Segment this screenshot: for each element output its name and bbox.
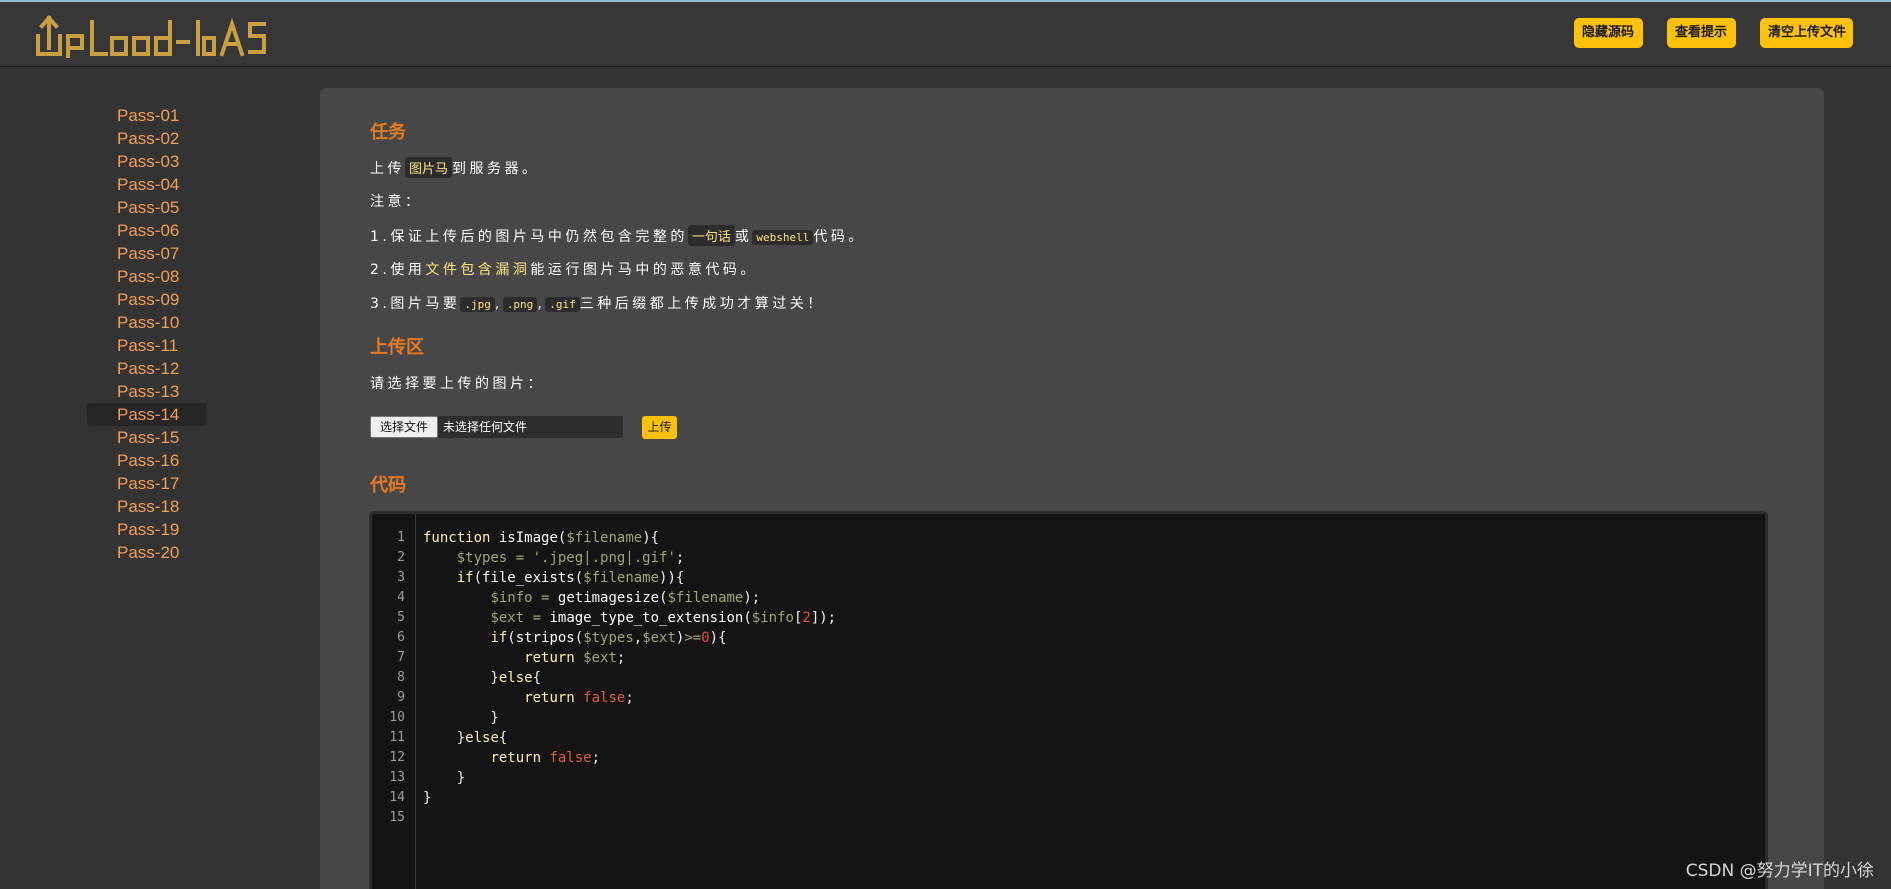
sidebar-item-pass-14[interactable]: Pass-14 (87, 403, 207, 426)
main-panel: 任务 上传 图片马 到服务器。 注意： 1.保证上传后的图片马中仍然包含完整的 一句话… (320, 88, 1824, 889)
code-line: if(stripos($types,$ext)>=0){ (490, 630, 727, 646)
code-line: }else{ (423, 670, 542, 686)
code-line: } (423, 790, 432, 806)
note-text: , (494, 296, 503, 312)
sidebar-item-pass-06[interactable]: Pass-06 (87, 219, 207, 242)
sidebar-item-pass-13[interactable]: Pass-13 (87, 380, 207, 403)
file-input[interactable]: 选择文件 未选择任何文件 (370, 416, 623, 438)
top-header: 隐藏源码 查看提示 清空上传文件 (0, 0, 1891, 67)
line-number: 8 (397, 670, 405, 685)
upload-section-title: 上传区 (370, 337, 424, 358)
code-line: return false; (490, 750, 601, 766)
sidebar-item-pass-01[interactable]: Pass-01 (87, 104, 207, 127)
sidebar-item-pass-08[interactable]: Pass-08 (87, 265, 207, 288)
one-liner-tag: 一句话 (687, 225, 735, 246)
note-text: 代码。 (813, 229, 866, 245)
line-number: 5 (397, 610, 405, 625)
sidebar-item-pass-09[interactable]: Pass-09 (87, 288, 207, 311)
csdn-watermark: CSDN @努力学IT的小徐 (1685, 861, 1874, 881)
hide-source-button[interactable]: 隐藏源码 (1574, 18, 1643, 48)
line-number: 13 (389, 770, 405, 785)
code-line: $ext = image_type_to_extension($info[2])… (490, 610, 837, 626)
line-number: 7 (397, 650, 405, 665)
note-text: 能运行图片马中的恶意代码。 (530, 262, 758, 278)
note-text: 或 (734, 229, 753, 245)
sidebar-item-pass-11[interactable]: Pass-11 (87, 334, 207, 357)
code-line: $types = '.jpeg|.png|.gif'; (456, 550, 685, 566)
png-tag: .png (502, 297, 538, 312)
sidebar-item-pass-02[interactable]: Pass-02 (87, 127, 207, 150)
task-section-title: 任务 (370, 122, 406, 143)
upload-button[interactable]: 上传 (642, 416, 677, 439)
code-line: function isImage($filename){ (423, 530, 660, 546)
line-number: 9 (397, 690, 405, 705)
task-text: 上传 (370, 161, 405, 177)
upload-prompt: 请选择要上传的图片： (370, 376, 545, 392)
sidebar-item-pass-10[interactable]: Pass-10 (87, 311, 207, 334)
sidebar-item-pass-15[interactable]: Pass-15 (87, 426, 207, 449)
note-text: 3.图片马要 (370, 296, 461, 312)
code-line: }else{ (423, 730, 508, 746)
line-number: 6 (397, 630, 405, 645)
line-number: 10 (389, 710, 405, 725)
sidebar-item-pass-12[interactable]: Pass-12 (87, 357, 207, 380)
line-number: 12 (389, 750, 405, 765)
upload-labs-logo[interactable] (36, 12, 266, 58)
sidebar-item-pass-04[interactable]: Pass-04 (87, 173, 207, 196)
code-line: $info = getimagesize($filename); (490, 590, 761, 606)
line-number-gutter: 1 2 3 4 5 6 7 8 9 10 11 12 13 14 15 (372, 514, 416, 889)
jpg-tag: .jpg (460, 297, 495, 312)
source-code-block: 1 2 3 4 5 6 7 8 9 10 11 12 13 14 15 function isImage($… (369, 511, 1768, 889)
note-text: 三种后缀都上传成功才算过关！ (579, 296, 825, 312)
sidebar-nav: Pass-01 Pass-02 Pass-03 Pass-04 Pass-05 Pass-… (0, 68, 320, 889)
note-item-3: 3.图片马要 .jpg, .png, .gif 三种后缀都上传成功才算过关！ (370, 293, 825, 313)
line-number: 4 (397, 590, 405, 605)
code-line: } (423, 710, 499, 726)
code-line: } (423, 770, 466, 786)
code-line: if(file_exists($filename)){ (456, 570, 685, 586)
sidebar-item-pass-07[interactable]: Pass-07 (87, 242, 207, 265)
line-number: 2 (397, 550, 405, 565)
clear-uploads-button[interactable]: 清空上传文件 (1760, 18, 1853, 48)
sidebar-item-pass-18[interactable]: Pass-18 (87, 495, 207, 518)
line-number: 3 (397, 570, 405, 585)
sidebar-item-pass-03[interactable]: Pass-03 (87, 150, 207, 173)
file-status-text: 未选择任何文件 (443, 420, 528, 434)
note-text: , (537, 296, 546, 312)
sidebar-item-pass-16[interactable]: Pass-16 (87, 449, 207, 472)
sidebar-item-pass-20[interactable]: Pass-20 (87, 541, 207, 564)
sidebar-item-pass-19[interactable]: Pass-19 (87, 518, 207, 541)
line-number: 15 (389, 810, 405, 825)
show-hint-button[interactable]: 查看提示 (1667, 18, 1736, 48)
file-inclusion-highlight: 文件包含漏洞 (425, 262, 531, 278)
gif-tag: .gif (545, 297, 580, 312)
note-label: 注意： (370, 194, 423, 210)
code-line: return false; (524, 690, 634, 706)
note-text: 2.使用 (370, 262, 426, 278)
sidebar-item-pass-17[interactable]: Pass-17 (87, 472, 207, 495)
task-line: 上传 图片马 到服务器。 (370, 157, 540, 178)
image-horse-tag: 图片马 (405, 157, 453, 178)
webshell-tag: webshell (752, 230, 814, 245)
choose-file-button[interactable]: 选择文件 (370, 416, 438, 438)
note-item-1: 1.保证上传后的图片马中仍然包含完整的 一句话或 webshell 代码。 (370, 225, 866, 246)
code-line: return $ext; (524, 650, 626, 666)
line-number: 14 (389, 790, 405, 805)
code-section-title: 代码 (370, 475, 406, 496)
sidebar-item-pass-05[interactable]: Pass-05 (87, 196, 207, 219)
note-item-2: 2.使用文件包含漏洞能运行图片马中的恶意代码。 (370, 259, 758, 279)
note-text: 1.保证上传后的图片马中仍然包含完整的 (370, 229, 688, 245)
line-number: 11 (389, 730, 405, 745)
task-text: 到服务器。 (452, 161, 540, 177)
line-number: 1 (397, 530, 405, 545)
